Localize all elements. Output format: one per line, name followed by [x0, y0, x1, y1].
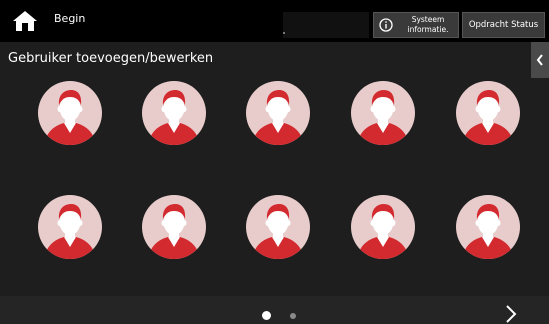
home-label[interactable]: Begin — [54, 12, 85, 25]
user-button[interactable] — [351, 81, 415, 145]
chevron-left-icon — [536, 54, 543, 66]
bottom-bar — [0, 296, 549, 324]
system-info-label: Systeem informatie. — [407, 15, 449, 34]
next-page-button[interactable] — [500, 304, 522, 324]
user-button[interactable] — [38, 81, 102, 145]
screen: Begin Systeem informatie. Opdracht Statu… — [0, 0, 549, 324]
user-button[interactable] — [246, 81, 310, 145]
user-button[interactable] — [456, 195, 520, 259]
user-avatar-icon — [148, 90, 200, 145]
user-avatar-icon — [357, 90, 409, 145]
user-avatar-icon — [357, 204, 409, 259]
user-avatar-icon — [252, 204, 304, 259]
user-avatar-icon — [44, 90, 96, 145]
page-title: Gebruiker toevoegen/bewerken — [8, 51, 214, 66]
page-indicator-active — [262, 311, 271, 320]
side-panel-toggle[interactable] — [531, 42, 549, 78]
user-button[interactable] — [351, 195, 415, 259]
user-button[interactable] — [38, 195, 102, 259]
user-button[interactable] — [142, 81, 206, 145]
home-icon — [13, 11, 37, 31]
chevron-right-icon — [506, 305, 517, 323]
user-avatar-icon — [462, 204, 514, 259]
user-button[interactable] — [456, 81, 520, 145]
system-info-button[interactable]: Systeem informatie. — [373, 12, 459, 38]
info-icon — [379, 18, 393, 32]
page-indicator-inactive[interactable] — [290, 313, 296, 319]
user-avatar-icon — [252, 90, 304, 145]
user-avatar-icon — [148, 204, 200, 259]
job-status-button[interactable]: Opdracht Status — [462, 12, 545, 38]
top-bar: Begin Systeem informatie. Opdracht Statu… — [0, 0, 549, 42]
user-button[interactable] — [246, 195, 310, 259]
indicator-dot — [283, 32, 285, 34]
message-area — [283, 12, 369, 38]
user-avatar-icon — [44, 204, 96, 259]
home-button[interactable] — [8, 6, 42, 36]
user-avatar-icon — [462, 90, 514, 145]
user-button[interactable] — [142, 195, 206, 259]
